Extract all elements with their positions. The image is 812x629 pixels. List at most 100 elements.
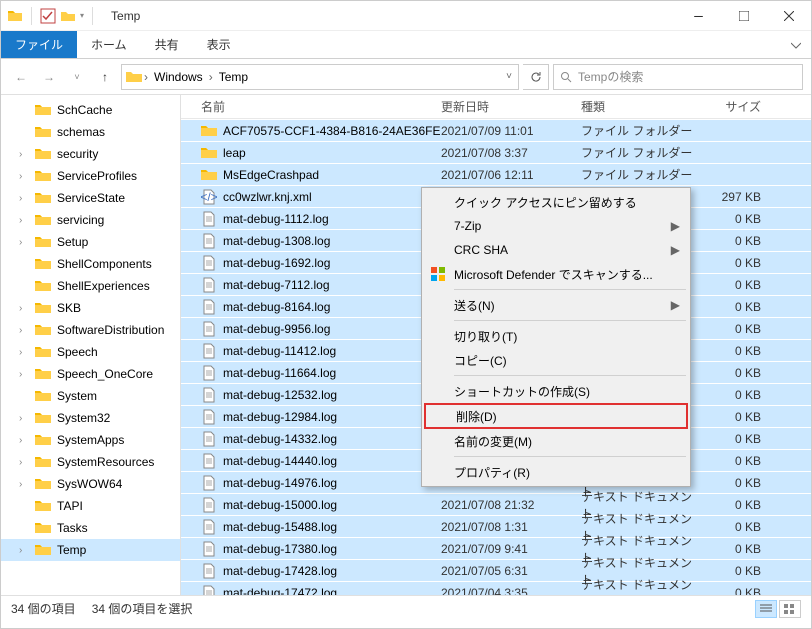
- folder-icon: [35, 214, 51, 226]
- file-size: 0 KB: [701, 322, 771, 336]
- expand-arrow-icon[interactable]: ›: [19, 413, 29, 424]
- list-row[interactable]: mat-debug-17428.log2021/07/05 6:31テキスト ド…: [181, 559, 811, 581]
- refresh-button[interactable]: [523, 64, 549, 90]
- folder-icon: [35, 346, 51, 358]
- expand-arrow-icon[interactable]: ›: [19, 237, 29, 248]
- expand-arrow-icon[interactable]: ›: [19, 303, 29, 314]
- expand-arrow-icon[interactable]: ›: [19, 193, 29, 204]
- breadcrumb-temp[interactable]: Temp: [215, 70, 252, 84]
- tree-item[interactable]: ›Temp: [1, 539, 180, 561]
- view-icons-button[interactable]: [779, 600, 801, 618]
- list-row[interactable]: MsEdgeCrashpad2021/07/06 12:11ファイル フォルダー: [181, 163, 811, 185]
- expand-arrow-icon[interactable]: ›: [19, 347, 29, 358]
- folder-icon: [35, 478, 51, 490]
- ribbon-expand-button[interactable]: [781, 31, 811, 58]
- back-button[interactable]: ←: [9, 65, 33, 89]
- menu-delete[interactable]: 削除(D): [424, 403, 688, 429]
- menu-create-shortcut[interactable]: ショートカットの作成(S): [424, 379, 688, 403]
- tree-item[interactable]: ›servicing: [1, 209, 180, 231]
- col-name[interactable]: 名前: [181, 98, 441, 115]
- tree-item[interactable]: ›Setup: [1, 231, 180, 253]
- tab-share[interactable]: 共有: [141, 31, 193, 58]
- tree-item[interactable]: schemas: [1, 121, 180, 143]
- tree-item[interactable]: ›SoftwareDistribution: [1, 319, 180, 341]
- list-row[interactable]: mat-debug-17472.log2021/07/04 3:35テキスト ド…: [181, 581, 811, 595]
- tree-item[interactable]: ›security: [1, 143, 180, 165]
- chevron-right-icon[interactable]: ›: [207, 70, 215, 84]
- folder-icon: [35, 544, 51, 556]
- menu-crc-sha[interactable]: CRC SHA▶: [424, 238, 688, 262]
- file-icon: [201, 431, 217, 447]
- tree-item[interactable]: ›ServiceProfiles: [1, 165, 180, 187]
- folder-icon: [35, 522, 51, 534]
- tree-item[interactable]: TAPI: [1, 495, 180, 517]
- tree-item[interactable]: › Speech_OneCore: [1, 363, 180, 385]
- chevron-right-icon[interactable]: ›: [142, 70, 150, 84]
- recent-dropdown[interactable]: ˅: [65, 65, 89, 89]
- tree-item[interactable]: ›SystemResources: [1, 451, 180, 473]
- menu-rename[interactable]: 名前の変更(M): [424, 429, 688, 453]
- breadcrumb-windows[interactable]: Windows: [150, 70, 207, 84]
- expand-arrow-icon[interactable]: ›: [19, 149, 29, 160]
- address-bar[interactable]: › Windows › Temp ˅: [121, 64, 519, 90]
- col-size[interactable]: サイズ: [701, 98, 771, 115]
- expand-arrow-icon[interactable]: ›: [19, 215, 29, 226]
- maximize-button[interactable]: [721, 1, 766, 31]
- up-button[interactable]: ↑: [93, 65, 117, 89]
- tree-item[interactable]: ›System32: [1, 407, 180, 429]
- tree-item[interactable]: ShellExperiences: [1, 275, 180, 297]
- file-size: 0 KB: [701, 432, 771, 446]
- menu-defender-scan[interactable]: Microsoft Defender でスキャンする...: [424, 262, 688, 286]
- file-name: mat-debug-14332.log: [223, 432, 337, 446]
- list-row[interactable]: ACF70575-CCF1-4384-B816-24AE36FED19...20…: [181, 119, 811, 141]
- menu-7zip[interactable]: 7-Zip▶: [424, 214, 688, 238]
- menu-properties[interactable]: プロパティ(R): [424, 460, 688, 484]
- file-size: 0 KB: [701, 278, 771, 292]
- expand-arrow-icon[interactable]: ›: [19, 325, 29, 336]
- tree-item[interactable]: ›SysWOW64: [1, 473, 180, 495]
- qat-dropdown-icon[interactable]: ▾: [80, 11, 84, 20]
- close-button[interactable]: [766, 1, 811, 31]
- expand-arrow-icon[interactable]: ›: [19, 457, 29, 468]
- tab-home[interactable]: ホーム: [77, 31, 141, 58]
- tree-item-label: Speech_OneCore: [57, 367, 153, 381]
- menu-copy[interactable]: コピー(C): [424, 348, 688, 372]
- tab-view[interactable]: 表示: [193, 31, 245, 58]
- tree-item[interactable]: ›SystemApps: [1, 429, 180, 451]
- list-row[interactable]: leap2021/07/08 3:37ファイル フォルダー: [181, 141, 811, 163]
- minimize-button[interactable]: ─: [676, 1, 721, 31]
- file-icon: [201, 519, 217, 535]
- tree-item[interactable]: ShellComponents: [1, 253, 180, 275]
- menu-cut[interactable]: 切り取り(T): [424, 324, 688, 348]
- expand-arrow-icon[interactable]: ›: [19, 369, 29, 380]
- menu-send-to[interactable]: 送る(N)▶: [424, 293, 688, 317]
- list-row[interactable]: mat-debug-15000.log2021/07/08 21:32テキスト …: [181, 493, 811, 515]
- tree-item[interactable]: SchCache: [1, 99, 180, 121]
- forward-button[interactable]: →: [37, 65, 61, 89]
- file-icon: [201, 475, 217, 491]
- file-name: mat-debug-11412.log: [223, 344, 336, 358]
- tree-item[interactable]: ›ServiceState: [1, 187, 180, 209]
- folder-tree[interactable]: SchCacheschemas›security›ServiceProfiles…: [1, 95, 181, 595]
- expand-arrow-icon[interactable]: ›: [19, 171, 29, 182]
- tab-file[interactable]: ファイル: [1, 31, 77, 58]
- col-type[interactable]: 種類: [581, 98, 701, 115]
- tree-item[interactable]: System: [1, 385, 180, 407]
- address-dropdown-icon[interactable]: ˅: [504, 71, 514, 82]
- qat-checkbox-icon[interactable]: [40, 8, 56, 24]
- qat-folder-icon[interactable]: [60, 8, 76, 24]
- tree-item[interactable]: ›Speech: [1, 341, 180, 363]
- list-row[interactable]: mat-debug-17380.log2021/07/09 9:41テキスト ド…: [181, 537, 811, 559]
- expand-arrow-icon[interactable]: ›: [19, 435, 29, 446]
- expand-arrow-icon[interactable]: ›: [19, 545, 29, 556]
- list-row[interactable]: mat-debug-15488.log2021/07/08 1:31テキスト ド…: [181, 515, 811, 537]
- file-icon: [201, 541, 217, 557]
- tree-item[interactable]: ›SKB: [1, 297, 180, 319]
- expand-arrow-icon[interactable]: ›: [19, 479, 29, 490]
- search-input[interactable]: Tempの検索: [553, 64, 803, 90]
- col-date[interactable]: 更新日時: [441, 98, 581, 115]
- tree-item[interactable]: Tasks: [1, 517, 180, 539]
- menu-pin-quick-access[interactable]: クイック アクセスにピン留めする: [424, 190, 688, 214]
- list-header[interactable]: 名前 更新日時 種類 サイズ: [181, 95, 811, 119]
- view-details-button[interactable]: [755, 600, 777, 618]
